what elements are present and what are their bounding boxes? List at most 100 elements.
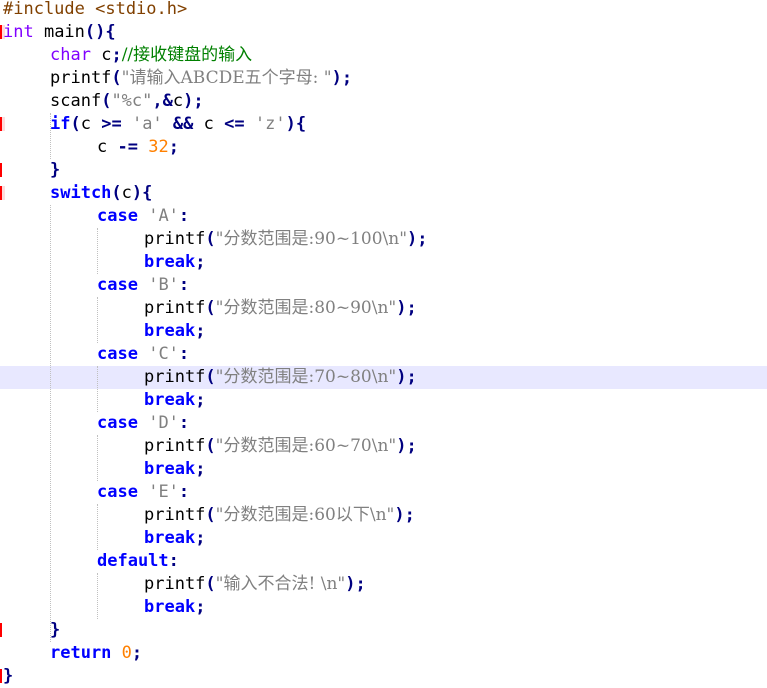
code-token: ); (394, 505, 415, 525)
indent-guide (50, 113, 51, 159)
code-token: ( (101, 91, 112, 111)
code-line[interactable]: break; (0, 596, 767, 619)
code-line[interactable]: default: (0, 550, 767, 573)
code-token: ); (396, 298, 417, 318)
code-line[interactable]: c -= 32; (0, 136, 767, 159)
code-line[interactable]: } (0, 619, 767, 642)
code-token: ; (195, 321, 206, 341)
code-token: //接收键盘的输入 (121, 45, 253, 65)
code-token: ; (111, 45, 122, 65)
code-token: switch (50, 183, 112, 203)
code-line[interactable]: case 'C': (0, 343, 767, 366)
code-text: #include <stdio.h> (3, 0, 187, 21)
code-line[interactable]: printf("请输入ABCDE五个字母: "); (0, 67, 767, 90)
code-text: printf("分数范围是:80~90\n"); (144, 297, 417, 320)
code-token: ( (205, 298, 216, 318)
code-line[interactable]: case 'B': (0, 274, 767, 297)
code-line[interactable]: return 0; (0, 642, 767, 665)
code-line[interactable]: int main(){ (0, 21, 767, 44)
code-token: 'z' (254, 114, 286, 134)
code-token: int (3, 22, 34, 42)
code-text: printf("分数范围是:60~70\n"); (144, 435, 417, 458)
indent-guide (97, 366, 98, 412)
code-line[interactable]: printf("分数范围是:90~100\n"); (0, 228, 767, 251)
code-text: break; (144, 251, 205, 274)
code-line[interactable]: if(c >= 'a' && c <= 'z'){ (0, 113, 767, 136)
code-token: scanf (50, 91, 102, 111)
code-line[interactable]: case 'D': (0, 412, 767, 435)
code-token: return (50, 643, 112, 663)
fold-marker-icon[interactable] (0, 623, 5, 637)
code-token: : (168, 551, 179, 571)
code-line[interactable]: case 'E': (0, 481, 767, 504)
code-text: return 0; (50, 642, 142, 665)
code-text: printf("分数范围是:90~100\n"); (144, 228, 428, 251)
code-token: -= (117, 137, 138, 157)
code-line[interactable]: char c;//接收键盘的输入 (0, 44, 767, 67)
code-line[interactable]: switch(c){ (0, 182, 767, 205)
code-token: c (172, 91, 184, 111)
fold-marker-icon[interactable] (0, 117, 5, 131)
indent-guide (50, 205, 51, 642)
code-token: ; (195, 528, 206, 548)
code-line[interactable]: #include <stdio.h> (0, 0, 767, 21)
code-token: default (97, 551, 169, 571)
code-line[interactable]: printf("分数范围是:60~70\n"); (0, 435, 767, 458)
code-line[interactable]: scanf("%c",&c); (0, 90, 767, 113)
code-token: "分数范围是:70~80\n" (215, 367, 397, 387)
code-token: } (50, 160, 61, 180)
code-token: ){ (285, 114, 307, 134)
code-token: ( (205, 229, 216, 249)
code-text: break; (144, 596, 205, 619)
code-line[interactable]: printf("分数范围是:80~90\n"); (0, 297, 767, 320)
code-text: case 'D': (97, 412, 189, 435)
code-token: "%c" (111, 91, 153, 111)
code-text: break; (144, 527, 205, 550)
code-line[interactable]: break; (0, 320, 767, 343)
code-editor[interactable]: #include <stdio.h> int main(){char c;//接收… (0, 0, 767, 688)
code-line[interactable]: } (0, 159, 767, 182)
fold-marker-icon[interactable] (0, 186, 5, 200)
code-token: : (178, 413, 190, 433)
code-line[interactable]: break; (0, 251, 767, 274)
code-token: ; (168, 137, 179, 157)
code-text: char c;//接收键盘的输入 (50, 44, 252, 67)
code-token: ; (195, 252, 206, 272)
code-token: ( (111, 68, 122, 88)
code-line[interactable]: break; (0, 389, 767, 412)
code-text: break; (144, 389, 205, 412)
code-text: } (50, 619, 60, 642)
code-line[interactable]: break; (0, 458, 767, 481)
code-token: break (144, 528, 196, 548)
code-token: ){ (131, 183, 153, 203)
code-line[interactable]: case 'A': (0, 205, 767, 228)
code-token: printf (144, 229, 206, 249)
code-line[interactable]: printf("分数范围是:70~80\n"); (0, 366, 767, 389)
code-line[interactable]: printf("输入不合法! \n"); (0, 573, 767, 596)
code-token: break (144, 321, 196, 341)
code-token: : (178, 206, 190, 226)
code-token: printf (144, 298, 206, 318)
code-token: ); (396, 367, 417, 387)
code-token: printf (144, 367, 206, 387)
code-token: 0 (121, 643, 132, 663)
code-token: ( (111, 183, 122, 203)
code-line[interactable]: break; (0, 527, 767, 550)
code-token: ); (345, 574, 366, 594)
code-text: c -= 32; (97, 136, 179, 159)
code-line[interactable]: } (0, 665, 767, 688)
code-token: ( (205, 436, 216, 456)
code-token: ); (183, 91, 204, 111)
code-token: >= (101, 114, 122, 134)
indent-guide (97, 504, 98, 550)
fold-marker-icon[interactable] (0, 163, 5, 177)
code-token: printf (50, 68, 112, 88)
code-line[interactable]: printf("分数范围是:60以下\n"); (0, 504, 767, 527)
